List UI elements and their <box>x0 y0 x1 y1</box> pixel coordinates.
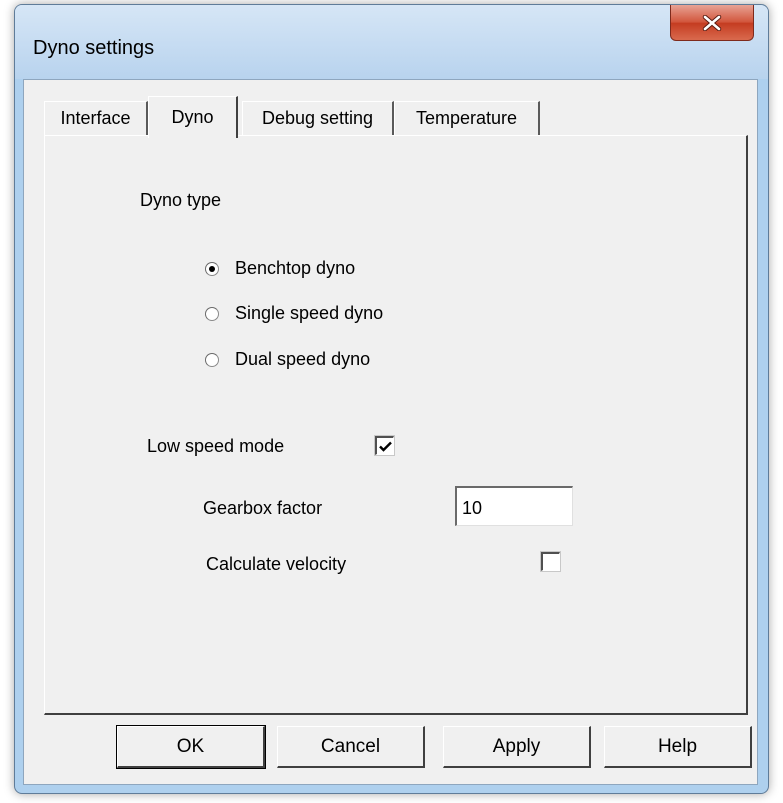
close-icon <box>702 14 722 31</box>
low-speed-mode-label: Low speed mode <box>147 436 285 456</box>
dialog-window: Dyno settings Interface Dyno Debug setti… <box>14 4 769 794</box>
dyno-tab-panel: Dyno type Benchtop dyno Single speed dyn… <box>44 135 748 715</box>
help-button-label: Help <box>657 735 698 757</box>
calculate-velocity-label: Calculate velocity <box>206 554 347 574</box>
cancel-button-label: Cancel <box>320 735 381 757</box>
help-button[interactable]: Help <box>604 726 752 768</box>
tab-interface[interactable]: Interface <box>44 101 148 135</box>
radio-button[interactable] <box>205 352 219 367</box>
tab-label: Temperature <box>415 108 518 128</box>
radio-selected-dot <box>209 265 215 272</box>
cancel-button[interactable]: Cancel <box>277 726 425 768</box>
radio-benchtop-dyno[interactable]: Benchtop dyno <box>205 258 355 279</box>
tab-label: Dyno <box>171 107 214 127</box>
tab-dyno[interactable]: Dyno <box>148 96 238 138</box>
radio-button[interactable] <box>205 306 219 321</box>
radio-label: Single speed dyno <box>235 303 384 323</box>
ok-button[interactable]: OK <box>116 725 266 769</box>
tab-label: Interface <box>60 108 131 128</box>
title-bar[interactable]: Dyno settings <box>15 5 768 79</box>
tab-label: Debug setting <box>261 108 374 128</box>
gearbox-factor-label: Gearbox factor <box>203 498 323 518</box>
window-title: Dyno settings <box>33 37 155 59</box>
apply-button-label: Apply <box>492 735 541 757</box>
dialog-client-area: Interface Dyno Debug setting Temperature… <box>23 79 758 785</box>
calculate-velocity-checkbox[interactable] <box>541 552 560 571</box>
radio-label: Dual speed dyno <box>235 349 371 369</box>
radio-label: Benchtop dyno <box>235 258 356 278</box>
radio-button[interactable] <box>205 261 219 276</box>
radio-dual-speed-dyno[interactable]: Dual speed dyno <box>205 349 370 370</box>
low-speed-mode-checkbox[interactable] <box>375 436 394 455</box>
ok-button-label: OK <box>176 735 205 757</box>
dyno-type-label: Dyno type <box>140 190 222 210</box>
tab-temperature[interactable]: Temperature <box>394 101 540 135</box>
gearbox-factor-input[interactable] <box>455 486 573 526</box>
tab-debug-setting[interactable]: Debug setting <box>242 101 394 135</box>
close-button[interactable] <box>670 5 754 41</box>
check-mark-icon <box>378 441 392 452</box>
apply-button[interactable]: Apply <box>443 726 591 768</box>
radio-single-speed-dyno[interactable]: Single speed dyno <box>205 303 383 324</box>
